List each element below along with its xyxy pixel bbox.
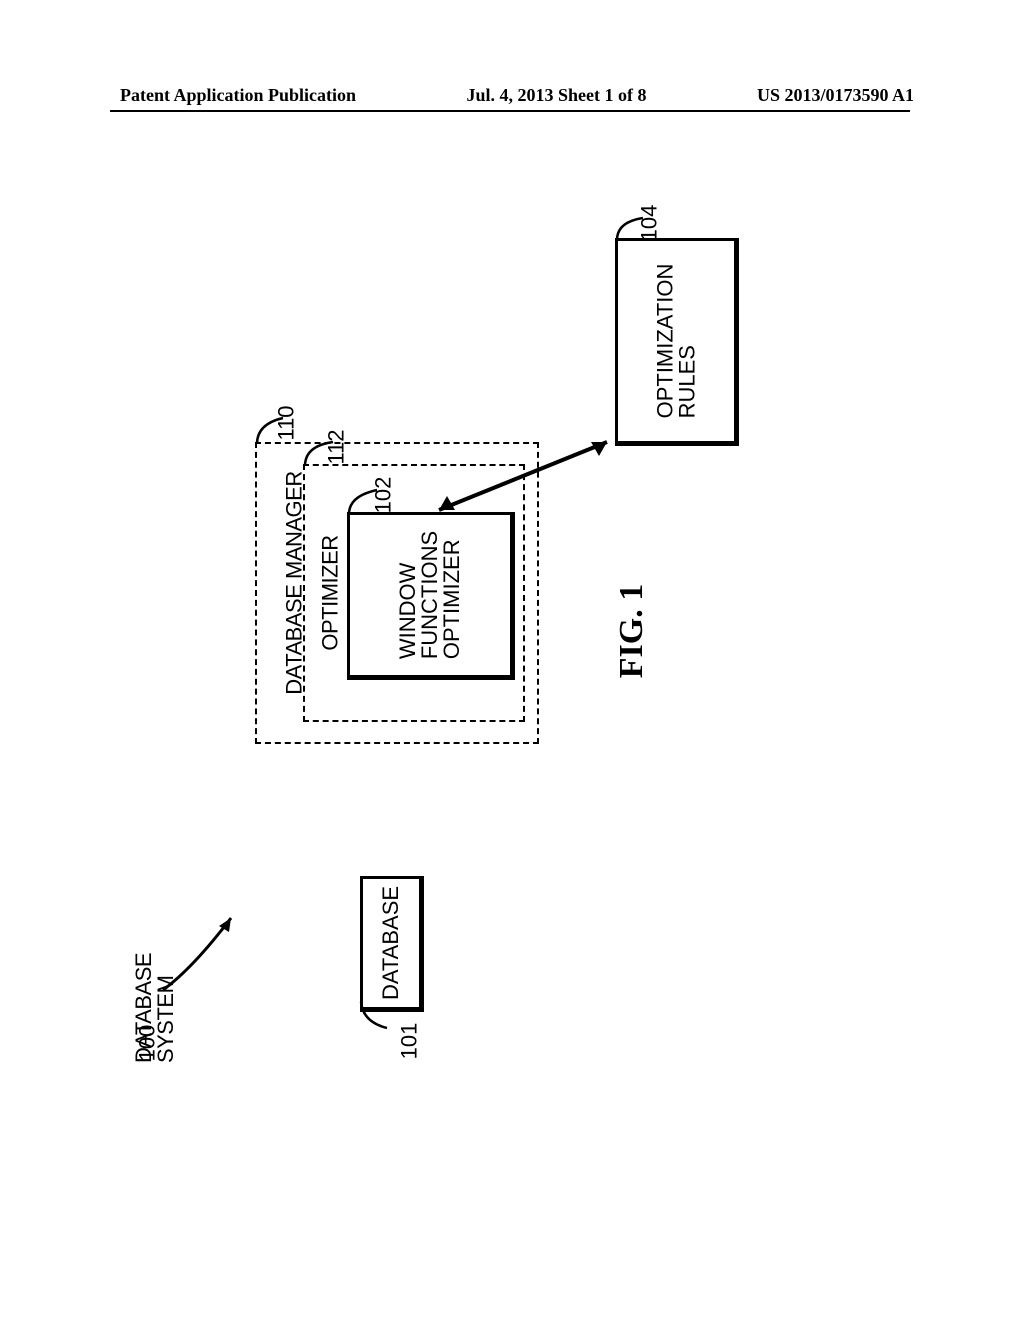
window-functions-optimizer-box: WINDOWFUNCTIONSOPTIMIZER (347, 512, 515, 680)
ref-100: 100 (134, 1025, 160, 1062)
figure-label: FIG. 1 (613, 584, 651, 678)
system-arrow-icon (153, 908, 253, 998)
database-box: DATABASE (360, 876, 424, 1012)
header-divider (110, 110, 910, 112)
header-left: Patent Application Publication (120, 85, 356, 106)
optimizer-label: OPTIMIZER (320, 535, 342, 650)
header-right: US 2013/0173590 A1 (757, 85, 914, 106)
ref-112: 112 (324, 429, 350, 464)
diagram-figure-1: DATABASESYSTEM 100 DATABASE 101 DATABASE… (125, 220, 875, 1120)
optimization-rules-box: OPTIMIZATIONRULES (615, 238, 739, 446)
ref-104: 104 (636, 205, 662, 242)
double-arrow-icon (425, 436, 621, 516)
database-label: DATABASE (378, 886, 404, 1000)
ref-101: 101 (396, 1023, 422, 1060)
header-center: Jul. 4, 2013 Sheet 1 of 8 (467, 85, 647, 106)
ref-102: 102 (370, 477, 396, 514)
page-header: Patent Application Publication Jul. 4, 2… (0, 85, 1024, 106)
